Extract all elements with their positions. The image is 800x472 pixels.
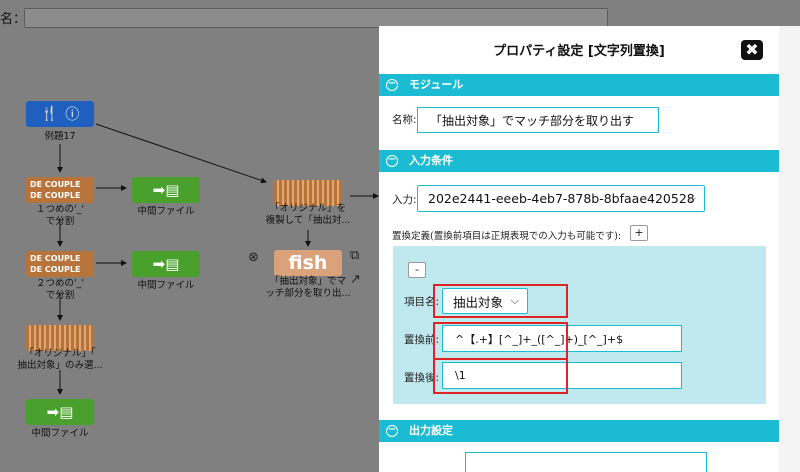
decouple-text: DE COUPLE [30, 180, 81, 189]
collapse-icon: − [386, 424, 398, 437]
node-caption: 「オリジナル」を 複製して「抽出対... [265, 203, 351, 226]
connect-node-icon[interactable]: ↗ [350, 272, 361, 287]
output-input[interactable] [465, 452, 707, 472]
decouple-icon: DE COUPLE DE COUPLE [26, 177, 94, 203]
intermediate-file-icon: ➡▤ [132, 251, 200, 277]
flow-node-replace[interactable]: fish [274, 250, 342, 276]
chevron-down-icon: ⌵ [687, 191, 696, 205]
collapse-icon: − [386, 78, 398, 91]
knife-fork-info-icon: 🍴 ⓘ [26, 101, 94, 127]
input-select[interactable]: 202e2441-eeeb-4eb7-878b-8bfaae420528 ⌵ [417, 185, 705, 212]
intermediate-file-icon: ➡▤ [132, 177, 200, 203]
node-caption: 中間ファイル [31, 428, 89, 439]
node-caption: 中間ファイル [137, 280, 195, 291]
property-dialog: プロパティ設定 [文字列置換] ✖ − モジュール 名称: 「抽出対象」でマッチ… [379, 26, 800, 472]
flow-node-split-1[interactable]: DE COUPLE DE COUPLE [26, 177, 94, 203]
section-output-header[interactable]: − 出力設定 [379, 420, 779, 442]
highlight-box [433, 284, 568, 318]
node-caption: 例題17 [44, 131, 76, 142]
node-caption: ２つめの'_' で分割 [36, 278, 84, 301]
input-label: 入力: [392, 194, 417, 206]
close-button[interactable]: ✖ [741, 40, 763, 60]
meat-fish-icon: fish [274, 250, 342, 276]
section-title: 入力条件 [409, 154, 453, 167]
replace-def-label: 置換定義(置換前項目は正規表現での入力も可能です): [392, 231, 622, 242]
highlight-box [433, 322, 568, 360]
decouple-text: DE COUPLE [30, 191, 81, 200]
flow-node-file-3[interactable]: ➡▤ [26, 399, 94, 425]
flow-node-input[interactable]: 🍴 ⓘ [26, 101, 94, 127]
flow-node-file-2[interactable]: ➡▤ [132, 251, 200, 277]
input-select-value: 202e2441-eeeb-4eb7-878b-8bfaae420528 [428, 191, 695, 206]
section-input-header[interactable]: − 入力条件 [379, 150, 779, 172]
name-input[interactable]: 「抽出対象」でマッチ部分を取り出す [417, 107, 659, 133]
flow-node-file-1[interactable]: ➡▤ [132, 177, 200, 203]
decouple-text: DE COUPLE [30, 265, 81, 274]
collapse-icon: − [386, 154, 398, 167]
section-title: モジュール [409, 78, 464, 91]
delete-node-icon[interactable]: ⊗ [248, 250, 259, 265]
replace-rule-panel: - 項目名: 抽出対象 ⌵ 置換前: ^【.+】[^_]+_([^_]+)_[^… [393, 246, 766, 404]
name-label: 名称: [392, 114, 417, 126]
flow-node-split-2[interactable]: DE COUPLE DE COUPLE [26, 251, 94, 277]
dialog-scrollbar[interactable] [779, 26, 800, 472]
highlight-box [433, 358, 568, 394]
decouple-text: DE COUPLE [30, 254, 81, 263]
dialog-title: プロパティ設定 [文字列置換] [493, 44, 665, 59]
decouple-icon: DE COUPLE DE COUPLE [26, 251, 94, 277]
add-rule-button[interactable]: + [630, 225, 648, 241]
copy-node-icon[interactable]: ⧉ [350, 248, 359, 263]
section-title: 出力設定 [409, 424, 453, 437]
remove-rule-button[interactable]: - [408, 262, 426, 278]
node-caption: 中間ファイル [137, 206, 195, 217]
section-module-header[interactable]: − モジュール [379, 74, 779, 96]
node-caption: 「オリジナル」「 抽出対象」のみ選... [17, 348, 103, 371]
node-caption: １つめの'_' で分割 [36, 204, 84, 227]
intermediate-file-icon: ➡▤ [26, 399, 94, 425]
fish-text: fish [288, 252, 328, 274]
